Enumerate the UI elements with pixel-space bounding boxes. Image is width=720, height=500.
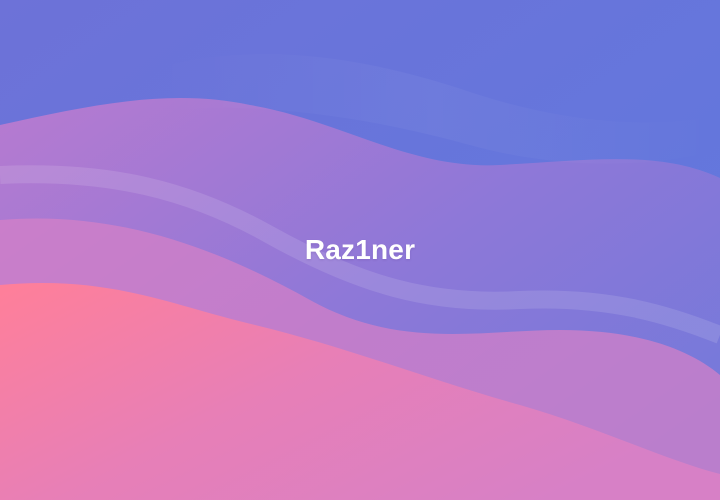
center-title: Raz1ner	[304, 234, 416, 265]
desktop-screen: Raz1ner	[0, 0, 720, 500]
